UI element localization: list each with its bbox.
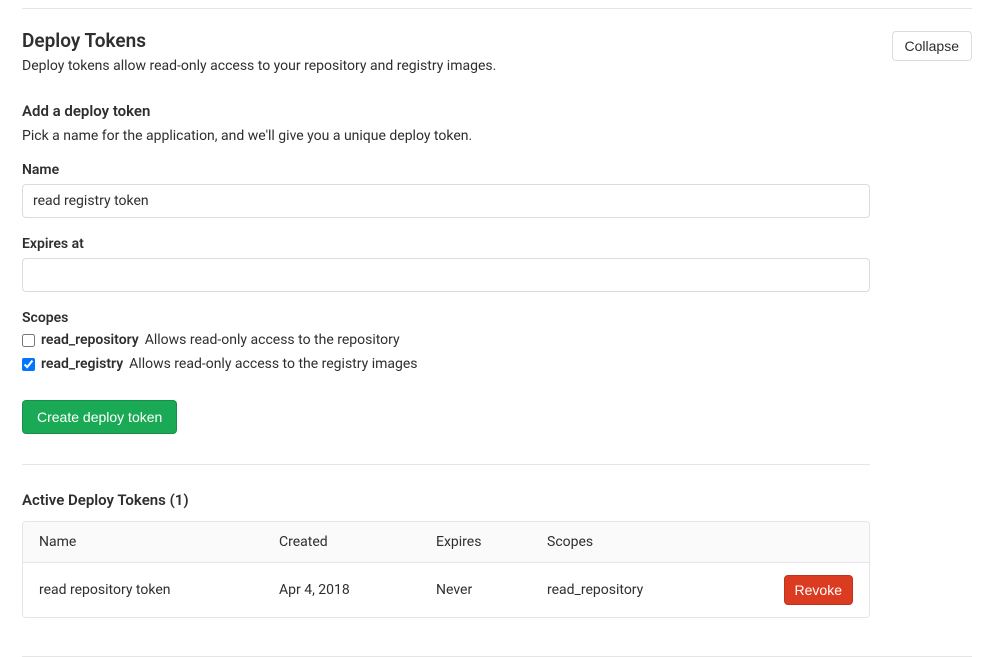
section-title: Deploy Tokens <box>22 29 496 52</box>
active-tokens-table: Name Created Expires Scopes read reposit… <box>22 521 870 618</box>
add-token-title: Add a deploy token <box>22 102 870 120</box>
revoke-button[interactable]: Revoke <box>784 575 853 605</box>
name-label: Name <box>22 162 870 178</box>
column-header-scopes: Scopes <box>547 534 773 550</box>
expires-input[interactable] <box>22 258 870 292</box>
scope-name: read_repository <box>41 332 139 348</box>
create-deploy-token-button[interactable]: Create deploy token <box>22 400 177 434</box>
active-tokens-title: Active Deploy Tokens (1) <box>22 491 972 509</box>
scope-row-read-repository: read_repository Allows read-only access … <box>22 332 870 348</box>
column-header-created: Created <box>279 534 436 550</box>
token-scopes-cell: read_repository <box>547 582 773 598</box>
collapse-button[interactable]: Collapse <box>892 31 972 61</box>
column-header-expires: Expires <box>436 534 547 550</box>
section-divider <box>22 464 870 465</box>
add-token-description: Pick a name for the application, and we'… <box>22 128 870 144</box>
expires-label: Expires at <box>22 236 870 252</box>
scope-description: Allows read-only access to the repositor… <box>145 332 400 348</box>
top-divider <box>22 8 972 9</box>
scope-row-read-registry: read_registry Allows read-only access to… <box>22 356 870 372</box>
scope-name: read_registry <box>41 356 123 372</box>
token-expires-cell: Never <box>436 582 547 598</box>
table-header: Name Created Expires Scopes <box>23 522 869 563</box>
scope-checkbox-read-repository[interactable] <box>22 334 35 347</box>
scopes-label: Scopes <box>22 310 870 326</box>
name-input[interactable] <box>22 184 870 218</box>
token-created-cell: Apr 4, 2018 <box>279 582 436 598</box>
token-name-cell: read repository token <box>39 582 279 598</box>
table-row: read repository token Apr 4, 2018 Never … <box>23 563 869 617</box>
scope-checkbox-read-registry[interactable] <box>22 358 35 371</box>
column-header-name: Name <box>39 534 279 550</box>
scope-description: Allows read-only access to the registry … <box>129 356 417 372</box>
section-description: Deploy tokens allow read-only access to … <box>22 58 496 74</box>
